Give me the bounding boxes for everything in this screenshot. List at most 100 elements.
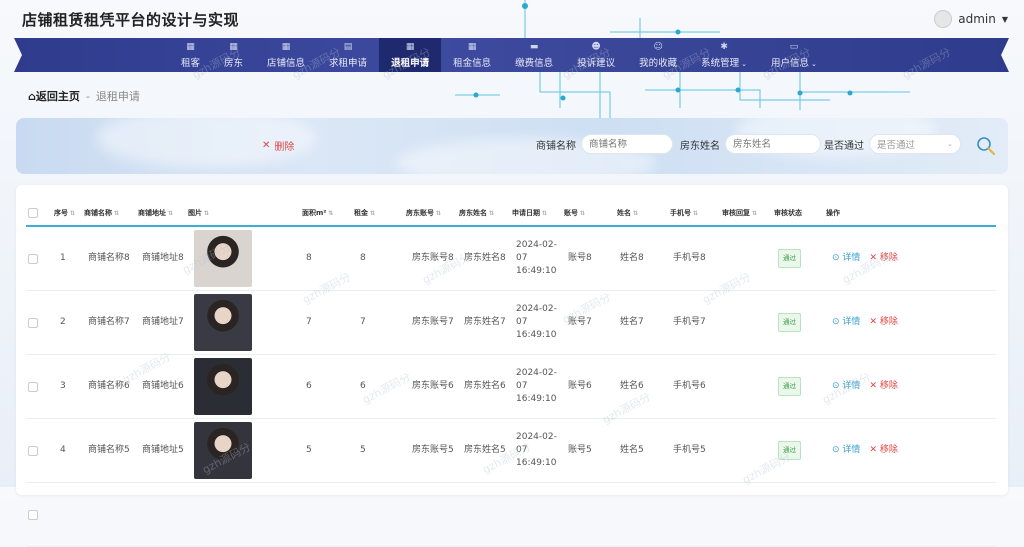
remove-button[interactable]: ✕ 移除 <box>869 252 897 265</box>
sort-icon: ⇅ <box>70 210 76 217</box>
nav-item-label: 缴费信息 <box>515 57 554 69</box>
cell-phone: 手机号6 <box>673 381 706 391</box>
sort-icon: ⇅ <box>633 210 639 217</box>
main-nav: ▦ 租客 ▦ 房东 ▦ 店铺信息 ▤ 求租申请 ▦ 退租申请 ▦ 租金信息 ▬ 缴费信息 ☻ 投诉建议 ☺ 我的收… <box>14 38 1009 72</box>
column-header[interactable]: 租金 ⇅ <box>354 208 375 218</box>
column-header[interactable]: 面积m² ⇅ <box>302 208 333 218</box>
cell-landlord-name: 房东姓名6 <box>464 381 506 391</box>
sort-icon: ⇅ <box>752 210 758 217</box>
nav-item-8[interactable]: ☺ 我的收藏 <box>627 38 689 72</box>
table-row: 3 商铺名称6 商铺地址6 6 6 房东账号6 房东姓名6 2024-02-07 16:49:… <box>26 355 996 419</box>
column-header[interactable]: 审核状态 <box>774 208 802 218</box>
cell-phone <box>673 483 719 546</box>
detail-button[interactable]: ⊙ 详情 <box>832 380 860 393</box>
cell-name: 姓名5 <box>620 445 644 455</box>
cell-status <box>778 483 824 546</box>
nav-item-9[interactable]: ✱ 系统管理 ⌄ <box>689 38 759 72</box>
close-icon: ✕ <box>869 253 877 263</box>
detail-button[interactable]: ⊙ 详情 <box>832 316 860 329</box>
home-icon: ⌂ <box>28 90 36 103</box>
sort-icon: ⇅ <box>328 210 334 217</box>
column-header[interactable]: 账号 ⇅ <box>564 208 585 218</box>
chevron-down-icon: ⌄ <box>947 140 953 148</box>
nav-item-4[interactable]: ▦ 退租申请 <box>379 38 442 72</box>
column-header[interactable]: 手机号 ⇅ <box>670 208 698 218</box>
eye-icon: ⊙ <box>832 445 840 455</box>
shop-photo[interactable] <box>194 294 252 351</box>
nav-item-label: 投诉建议 <box>577 57 616 69</box>
status-badge: 通过 <box>778 249 801 268</box>
cell-date: 2024-02-07 16:49:10 <box>516 368 557 404</box>
cell-actions <box>832 483 922 546</box>
detail-button[interactable]: ⊙ 详情 <box>832 444 860 457</box>
breadcrumb-home[interactable]: ⌂返回主页 <box>28 88 80 104</box>
table-row <box>26 483 996 547</box>
cell-reply <box>726 483 772 546</box>
cell-account <box>568 483 614 546</box>
cell-account: 账号5 <box>568 445 592 455</box>
row-checkbox[interactable] <box>28 509 38 520</box>
row-checkbox[interactable] <box>28 317 38 328</box>
shop-photo[interactable] <box>194 422 252 479</box>
column-header[interactable]: 姓名 ⇅ <box>617 208 638 218</box>
landlord-name-label: 房东姓名 <box>680 140 720 152</box>
cell-actions: ⊙ 详情 ✕ 移除 <box>832 419 922 482</box>
column-header[interactable]: 商铺地址 ⇅ <box>138 208 173 218</box>
delete-button[interactable]: ✕ 删除 <box>262 138 294 153</box>
remove-button[interactable]: ✕ 移除 <box>869 380 897 393</box>
nav-item-label: 租金信息 <box>453 57 492 69</box>
shop-photo[interactable] <box>194 230 252 287</box>
nav-item-7[interactable]: ☻ 投诉建议 <box>565 38 627 72</box>
user-menu[interactable]: admin ▼ <box>934 10 1008 28</box>
nav-item-10[interactable]: ▭ 用户信息 ⌄ <box>759 38 829 72</box>
row-checkbox[interactable] <box>28 445 38 456</box>
cell-shop-addr <box>142 483 188 546</box>
cell-photo <box>194 419 254 482</box>
detail-button[interactable]: ⊙ 详情 <box>832 252 860 265</box>
breadcrumb-separator: - <box>85 89 90 103</box>
search-icon[interactable] <box>976 136 996 156</box>
column-header[interactable]: 房东姓名 ⇅ <box>459 208 494 218</box>
sort-icon: ⇅ <box>489 210 495 217</box>
cell-shop-name: 商铺名称7 <box>88 317 130 327</box>
eye-icon: ⊙ <box>832 381 840 391</box>
approved-select[interactable]: 是否通过 ⌄ <box>869 134 961 154</box>
cell-name <box>620 483 666 546</box>
column-header[interactable]: 申请日期 ⇅ <box>512 208 547 218</box>
row-checkbox[interactable] <box>28 253 38 264</box>
cell-rent <box>360 483 400 546</box>
cell-no: 2 <box>60 317 66 327</box>
nav-item-6[interactable]: ▬ 缴费信息 <box>503 38 565 72</box>
breadcrumb: ⌂返回主页 - 退租申请 <box>28 88 140 104</box>
remove-button[interactable]: ✕ 移除 <box>869 444 897 457</box>
remove-button[interactable]: ✕ 移除 <box>869 316 897 329</box>
column-header[interactable]: 序号 ⇅ <box>54 208 75 218</box>
cell-area <box>306 483 346 546</box>
cell-landlord-name: 房东姓名7 <box>464 317 506 327</box>
cell-landlord-account: 房东账号8 <box>412 253 454 263</box>
cell-reply <box>726 291 772 354</box>
column-header[interactable]: 审核回复 ⇅ <box>722 208 757 218</box>
landlord-name-input[interactable] <box>725 134 821 154</box>
cell-shop-name: 商铺名称6 <box>88 381 130 391</box>
column-header[interactable]: 商铺名称 ⇅ <box>84 208 119 218</box>
cell-rent: 8 <box>360 253 366 263</box>
cell-landlord-account <box>412 483 458 546</box>
column-header[interactable]: 操作 <box>826 208 840 218</box>
shop-photo[interactable] <box>194 358 252 415</box>
nav-item-label: 店铺信息 <box>267 57 306 69</box>
row-checkbox[interactable] <box>28 381 38 392</box>
nav-item-3[interactable]: ▤ 求租申请 <box>317 38 379 72</box>
cell-reply <box>726 355 772 418</box>
nav-item-5[interactable]: ▦ 租金信息 <box>441 38 503 72</box>
column-header[interactable]: 房东账号 ⇅ <box>406 208 441 218</box>
cell-reply <box>726 419 772 482</box>
nav-item-1[interactable]: ▦ 房东 <box>212 38 255 72</box>
cell-phone: 手机号7 <box>673 317 706 327</box>
column-header[interactable]: 图片 ⇅ <box>188 208 209 218</box>
nav-item-0[interactable]: ▦ 租客 <box>169 38 212 72</box>
nav-item-2[interactable]: ▦ 店铺信息 <box>255 38 317 72</box>
select-all-checkbox[interactable] <box>28 208 38 218</box>
eye-icon: ⊙ <box>832 317 840 327</box>
shop-name-input[interactable] <box>581 134 673 154</box>
